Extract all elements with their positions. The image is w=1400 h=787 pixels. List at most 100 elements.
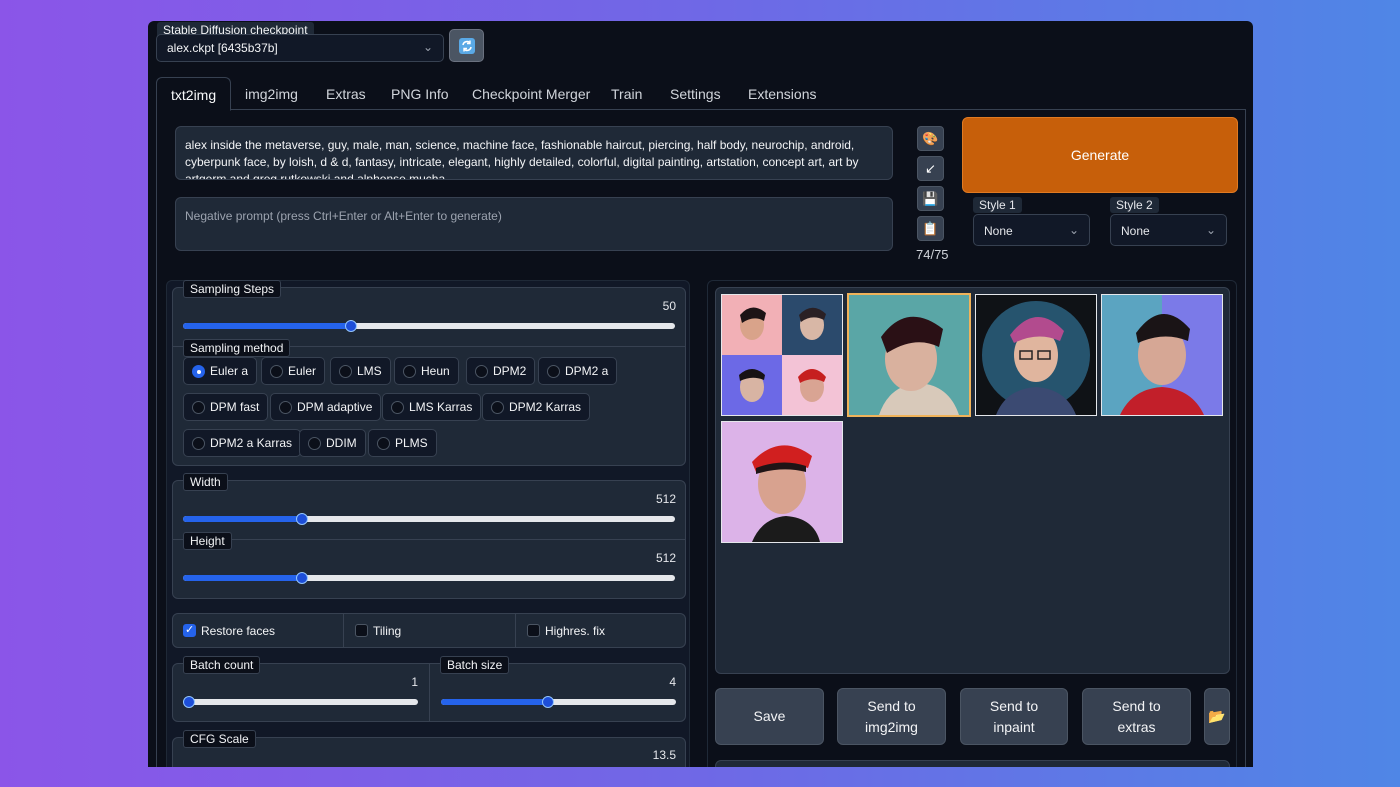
- tab-checkpoint-merger[interactable]: Checkpoint Merger: [458, 77, 604, 110]
- radio-icon: [377, 437, 390, 450]
- cfg-scale-label: CFG Scale: [183, 730, 256, 748]
- token-counter: 74/75: [916, 247, 949, 262]
- floppy-disk-icon: 💾: [922, 190, 939, 206]
- tab-settings[interactable]: Settings: [656, 77, 735, 110]
- tab-extras[interactable]: Extras: [312, 77, 380, 110]
- apply-style-button[interactable]: 📋: [917, 216, 944, 241]
- sampler-plms[interactable]: PLMS: [368, 429, 437, 457]
- open-folder-button[interactable]: 📂: [1204, 688, 1230, 745]
- sampler-dpm2-karras[interactable]: DPM2 Karras: [482, 393, 591, 421]
- tab-train[interactable]: Train: [597, 77, 656, 110]
- batch-count-slider[interactable]: [183, 696, 418, 708]
- tiling-checkbox[interactable]: Tiling: [355, 624, 401, 638]
- generate-button[interactable]: Generate: [962, 117, 1238, 193]
- radio-icon: [339, 365, 352, 378]
- save-button[interactable]: Save: [715, 688, 824, 745]
- send-to-img2img-button[interactable]: Send to img2img: [837, 688, 946, 745]
- divider: [429, 663, 430, 722]
- refresh-icon: [458, 37, 475, 54]
- style1-label: Style 1: [973, 197, 1022, 213]
- divider: [515, 613, 516, 648]
- portrait-image: [722, 422, 842, 542]
- negative-prompt-textarea[interactable]: Negative prompt (press Ctrl+Enter or Alt…: [175, 197, 893, 251]
- gallery-thumb-1[interactable]: [847, 293, 971, 417]
- slider-thumb[interactable]: [542, 696, 555, 708]
- style2-select[interactable]: None ⌄: [1110, 214, 1227, 246]
- checkpoint-value: alex.ckpt [6435b37b]: [167, 41, 278, 55]
- gallery-thumb-4[interactable]: [721, 421, 843, 543]
- restore-faces-checkbox[interactable]: Restore faces: [183, 623, 275, 638]
- slider-fill: [183, 323, 352, 329]
- sampler-dpm-fast[interactable]: DPM fast: [183, 393, 269, 421]
- batch-size-label: Batch size: [440, 656, 510, 674]
- sampler-dpm2[interactable]: DPM2: [466, 357, 536, 385]
- arrow-down-left-icon: ↙: [925, 160, 936, 176]
- batch-size-value[interactable]: 4: [636, 675, 676, 689]
- cfg-scale-value[interactable]: 13.5: [628, 748, 676, 762]
- radio-icon: [192, 437, 205, 450]
- sampler-lms[interactable]: LMS: [330, 357, 391, 385]
- radio-icon: [192, 365, 205, 378]
- image-grid-preview: [722, 295, 842, 415]
- tab-extensions[interactable]: Extensions: [734, 77, 830, 110]
- gallery-thumb-2[interactable]: [975, 294, 1097, 416]
- refresh-checkpoint-button[interactable]: [449, 29, 484, 62]
- checkbox-icon: [355, 624, 368, 637]
- style1-select[interactable]: None ⌄: [973, 214, 1090, 246]
- prompt-textarea[interactable]: alex inside the metaverse, guy, male, ma…: [175, 126, 893, 180]
- height-value[interactable]: 512: [628, 551, 676, 565]
- highres-fix-checkbox[interactable]: Highres. fix: [527, 624, 605, 638]
- height-slider[interactable]: [183, 572, 675, 584]
- chevron-down-icon: ⌄: [1068, 223, 1079, 237]
- style2-value: None: [1121, 224, 1150, 238]
- chevron-down-icon: ⌄: [422, 40, 433, 54]
- send-to-inpaint-button[interactable]: Send to inpaint: [960, 688, 1068, 745]
- send-to-extras-button[interactable]: Send to extras: [1082, 688, 1191, 745]
- folder-icon: 📂: [1208, 708, 1226, 724]
- portrait-image: [1102, 295, 1222, 415]
- style2-label: Style 2: [1110, 197, 1159, 213]
- read-params-button[interactable]: ↙: [917, 156, 944, 181]
- sampling-steps-label: Sampling Steps: [183, 280, 282, 298]
- radio-icon: [391, 401, 404, 414]
- slider-fill: [441, 699, 549, 705]
- gallery-thumb-grid[interactable]: [721, 294, 843, 416]
- radio-icon: [279, 401, 292, 414]
- sampler-euler-a[interactable]: Euler a: [183, 357, 258, 385]
- style1-value: None: [984, 224, 1013, 238]
- radio-icon: [270, 365, 283, 378]
- width-value[interactable]: 512: [628, 492, 676, 506]
- width-slider[interactable]: [183, 513, 675, 525]
- tab-txt2img[interactable]: txt2img: [156, 77, 232, 111]
- batch-count-value[interactable]: 1: [378, 675, 418, 689]
- sampler-dpm2-a[interactable]: DPM2 a: [538, 357, 618, 385]
- sampler-lms-karras[interactable]: LMS Karras: [382, 393, 482, 421]
- sampler-ddim[interactable]: DDIM: [299, 429, 366, 457]
- checkbox-icon: [183, 623, 196, 637]
- checkbox-icon: [527, 624, 540, 637]
- sampler-euler[interactable]: Euler: [261, 357, 326, 385]
- clipboard-icon: 📋: [922, 220, 939, 236]
- sampling-steps-value[interactable]: 50: [628, 299, 676, 313]
- radio-icon: [491, 401, 504, 414]
- radio-icon: [475, 365, 488, 378]
- interrogate-button[interactable]: 🎨: [917, 126, 944, 151]
- portrait-image: [849, 295, 969, 415]
- palette-icon: 🎨: [922, 130, 939, 146]
- divider: [172, 539, 686, 540]
- checkpoint-select[interactable]: alex.ckpt [6435b37b] ⌄: [156, 34, 444, 62]
- sampler-heun[interactable]: Heun: [394, 357, 459, 385]
- radio-icon: [192, 401, 205, 414]
- slider-thumb[interactable]: [183, 696, 195, 708]
- tab-png-info[interactable]: PNG Info: [377, 77, 463, 110]
- sampler-dpm2-a-karras[interactable]: DPM2 a Karras: [183, 429, 302, 457]
- sampler-dpm-adaptive[interactable]: DPM adaptive: [270, 393, 382, 421]
- gallery-thumb-3[interactable]: [1101, 294, 1223, 416]
- batch-count-label: Batch count: [183, 656, 261, 674]
- save-style-button[interactable]: 💾: [917, 186, 944, 211]
- tab-img2img[interactable]: img2img: [231, 77, 312, 110]
- batch-size-slider[interactable]: [441, 696, 676, 708]
- slider-fill: [183, 516, 303, 522]
- width-label: Width: [183, 473, 228, 491]
- sampling-steps-slider[interactable]: [183, 320, 675, 332]
